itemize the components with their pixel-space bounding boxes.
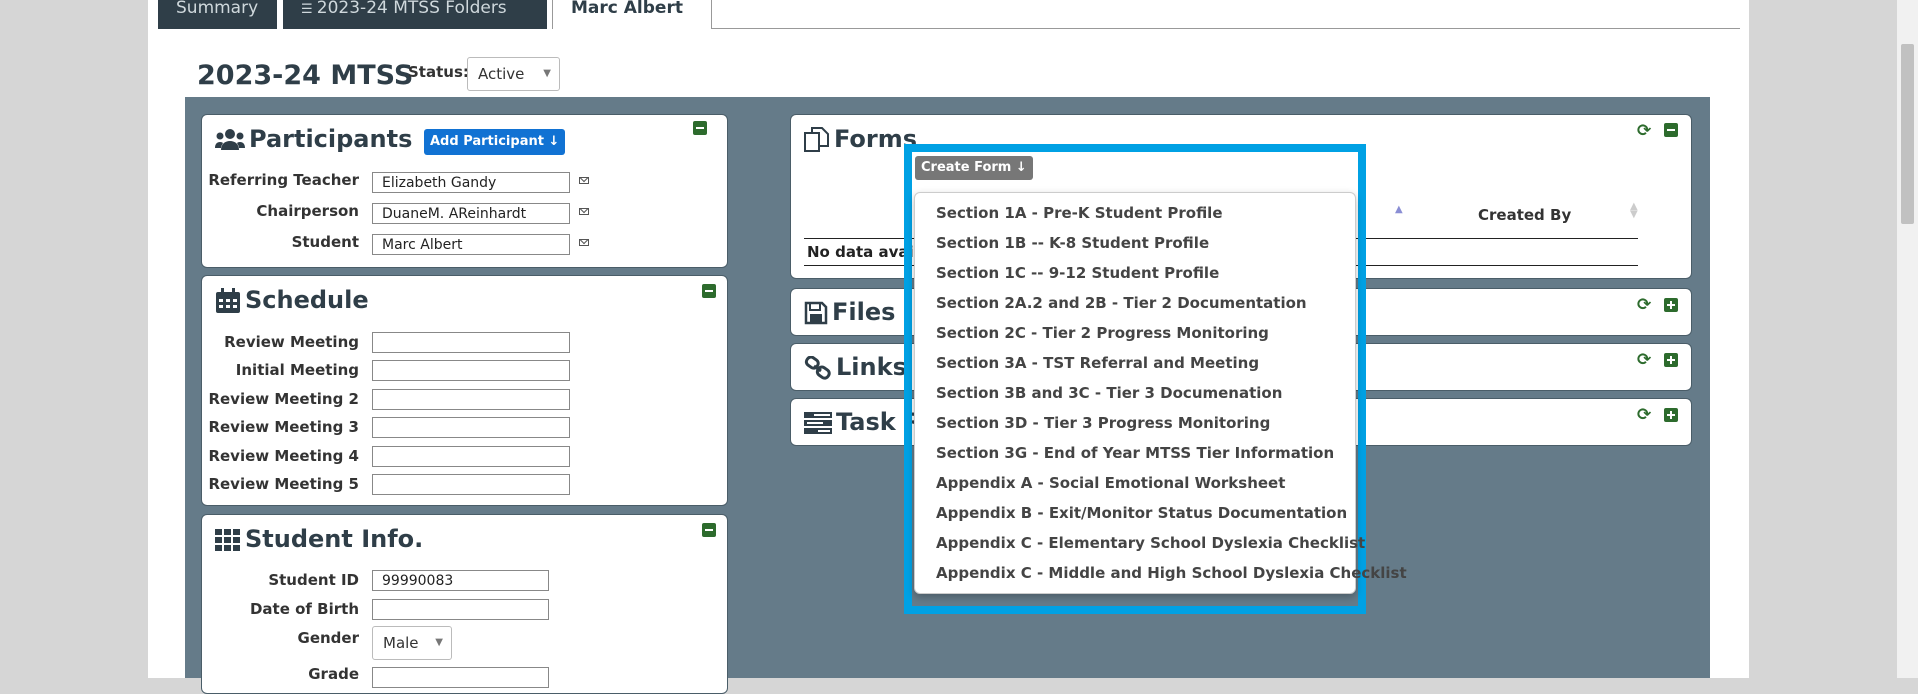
forms-title: Forms (804, 125, 917, 153)
review-meeting-4-label: Review Meeting 4 (208, 447, 359, 465)
tab-folders-label: 2023-24 MTSS Folders (316, 0, 507, 18)
tasks-icon (804, 412, 832, 434)
gender-label: Gender (297, 629, 359, 647)
status-value: Active (478, 65, 525, 83)
review-meeting-label: Review Meeting (224, 333, 359, 351)
expand-tasks-button[interactable] (1664, 408, 1678, 422)
menu-item-section-3g[interactable]: Section 3G - End of Year MTSS Tier Infor… (936, 444, 1334, 462)
tab-divider (711, 28, 1740, 29)
menu-item-section-1a[interactable]: Section 1A - Pre-K Student Profile (936, 204, 1223, 222)
schedule-title: Schedule (215, 286, 369, 314)
status-label: Status: (408, 63, 469, 81)
student-info-card: Student Info. Student ID 99990083 Date o… (201, 514, 728, 694)
menu-item-section-3b-3c[interactable]: Section 3B and 3C - Tier 3 Documenation (936, 384, 1282, 402)
save-icon (804, 301, 828, 325)
schedule-card: Schedule Review Meeting Initial Meeting … (201, 275, 728, 506)
student-id-field[interactable]: 99990083 (372, 570, 549, 591)
referring-teacher-field[interactable]: Elizabeth Gandy (372, 172, 570, 193)
collapse-forms-button[interactable] (1664, 123, 1678, 137)
menu-item-appendix-c-middle-high[interactable]: Appendix C - Middle and High School Dysl… (936, 564, 1407, 582)
collapse-student-info-button[interactable] (702, 523, 716, 537)
refresh-icon[interactable]: ⟳ (1637, 405, 1651, 425)
date-of-birth-field[interactable] (372, 599, 549, 620)
schedule-title-text: Schedule (245, 286, 369, 314)
menu-item-section-3a[interactable]: Section 3A - TST Referral and Meeting (936, 354, 1259, 372)
student-label: Student (291, 233, 359, 251)
collapse-participants-button[interactable] (693, 121, 707, 135)
files-title-text: Files (832, 298, 896, 326)
refresh-icon[interactable]: ⟳ (1637, 295, 1651, 315)
tab-mtss-folders[interactable]: ☰ 2023-24 MTSS Folders (283, 0, 547, 29)
menu-item-appendix-c-elementary[interactable]: Appendix C - Elementary School Dyslexia … (936, 534, 1365, 552)
participants-title: Participants (215, 125, 412, 153)
created-by-column-header[interactable]: Created By (1478, 206, 1571, 224)
chevron-down-icon: ▼ (435, 637, 443, 648)
links-title: Links (804, 353, 907, 381)
sort-ascending-icon[interactable]: ▲ (1395, 204, 1403, 215)
add-participant-button[interactable]: Add Participant ↓ (424, 129, 566, 155)
referring-teacher-label: Referring Teacher (208, 171, 359, 189)
grade-label: Grade (308, 665, 359, 683)
list-icon: ☰ (301, 2, 317, 17)
calendar-icon (216, 288, 240, 313)
menu-item-section-2a2-2b[interactable]: Section 2A.2 and 2B - Tier 2 Documentati… (936, 294, 1307, 312)
refresh-icon[interactable]: ⟳ (1637, 350, 1651, 370)
users-icon (215, 129, 245, 150)
links-title-text: Links (836, 353, 907, 381)
expand-files-button[interactable] (1664, 298, 1678, 312)
menu-item-section-3d[interactable]: Section 3D - Tier 3 Progress Monitoring (936, 414, 1270, 432)
review-meeting-2-label: Review Meeting 2 (208, 390, 359, 408)
gender-select[interactable]: Male ▼ (372, 626, 452, 660)
review-meeting-4-field[interactable] (372, 446, 570, 467)
email-icon[interactable] (579, 208, 589, 215)
email-icon[interactable] (579, 239, 589, 246)
expand-links-button[interactable] (1664, 353, 1678, 367)
review-meeting-5-label: Review Meeting 5 (208, 475, 359, 493)
participants-title-text: Participants (249, 125, 413, 153)
initial-meeting-label: Initial Meeting (235, 361, 359, 379)
student-info-title: Student Info. (215, 525, 423, 553)
link-icon (804, 356, 831, 380)
menu-item-section-2c[interactable]: Section 2C - Tier 2 Progress Monitoring (936, 324, 1269, 342)
review-meeting-5-field[interactable] (372, 474, 570, 495)
chevron-down-icon: ▼ (543, 68, 551, 79)
chairperson-field[interactable]: DuaneM. AReinhardt (372, 203, 570, 224)
participants-card: Participants Add Participant ↓ Referring… (201, 114, 728, 268)
email-icon[interactable] (579, 177, 589, 184)
chairperson-label: Chairperson (256, 202, 359, 220)
date-of-birth-label: Date of Birth (249, 600, 359, 618)
menu-item-appendix-a[interactable]: Appendix A - Social Emotional Worksheet (936, 474, 1285, 492)
gender-value: Male (383, 634, 419, 652)
copy-icon (804, 127, 829, 152)
student-id-label: Student ID (268, 571, 359, 589)
refresh-icon[interactable]: ⟳ (1637, 121, 1651, 141)
vertical-scrollbar[interactable] (1897, 0, 1918, 678)
create-form-button[interactable]: Create Form ↓ (915, 156, 1033, 180)
create-form-menu: Section 1A - Pre-K Student Profile Secti… (914, 192, 1407, 594)
files-title: Files (804, 298, 895, 326)
initial-meeting-field[interactable] (372, 360, 570, 381)
review-meeting-2-field[interactable] (372, 389, 570, 410)
scrollbar-thumb[interactable] (1901, 44, 1914, 224)
tab-marc-albert[interactable]: Marc Albert (552, 0, 712, 29)
menu-item-section-1c[interactable]: Section 1C -- 9-12 Student Profile (936, 264, 1219, 282)
collapse-schedule-button[interactable] (702, 284, 716, 298)
menu-item-section-1b[interactable]: Section 1B -- K-8 Student Profile (936, 234, 1209, 252)
review-meeting-3-field[interactable] (372, 417, 570, 438)
student-field[interactable]: Marc Albert (372, 234, 570, 255)
grid-icon (215, 529, 240, 551)
status-select[interactable]: Active ▼ (467, 57, 560, 91)
tab-summary[interactable]: Summary (158, 0, 277, 29)
student-info-title-text: Student Info. (245, 525, 424, 553)
review-meeting-3-label: Review Meeting 3 (208, 418, 359, 436)
page-title: 2023-24 MTSS (197, 60, 414, 91)
sort-icon[interactable]: ▲ ▼ (1630, 202, 1638, 220)
menu-item-appendix-b[interactable]: Appendix B - Exit/Monitor Status Documen… (936, 504, 1347, 522)
review-meeting-field[interactable] (372, 332, 570, 353)
tab-student-label: Marc Albert (571, 0, 683, 18)
tab-summary-label: Summary (176, 0, 259, 18)
